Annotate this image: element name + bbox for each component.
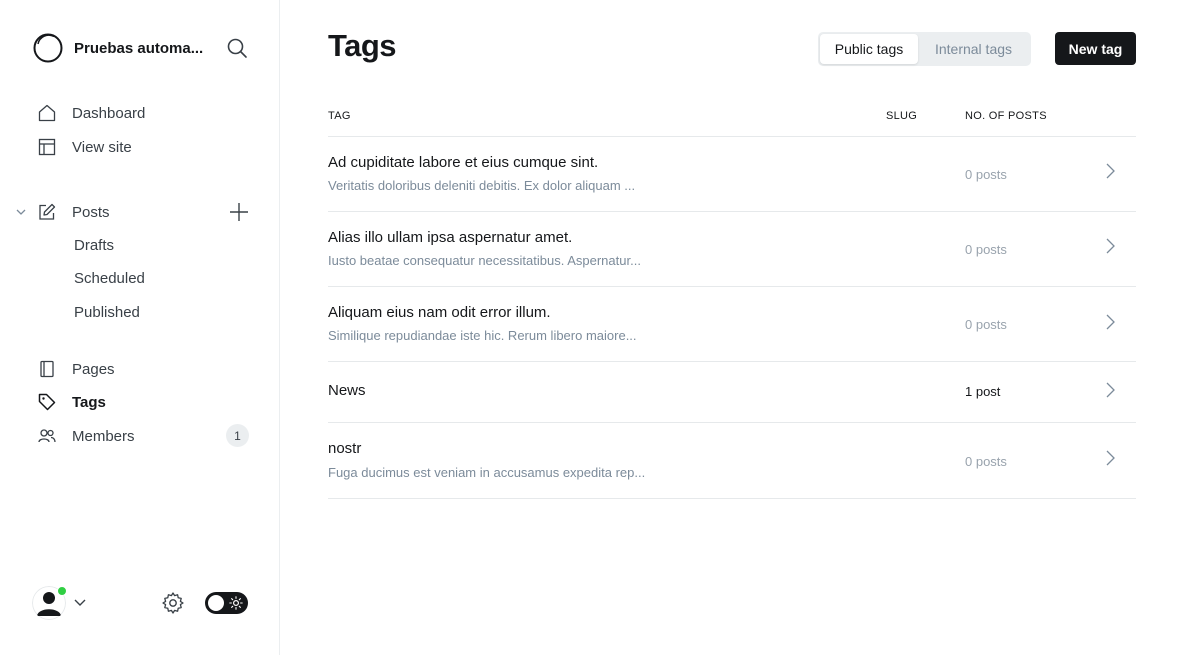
online-status-dot [57, 586, 67, 596]
sidebar-item-scheduled[interactable]: Scheduled [74, 270, 145, 287]
sidebar-item-dashboard[interactable]: Dashboard [38, 101, 145, 125]
chevron-down-icon[interactable] [14, 205, 28, 219]
tag-post-count: 1 post [965, 384, 1001, 399]
tag-name: News [328, 382, 366, 399]
tag-post-count: 0 posts [965, 167, 1007, 182]
site-name: Pruebas automa... [74, 39, 204, 57]
toggle-knob [208, 595, 224, 611]
page-title: Tags [328, 28, 397, 63]
chevron-right-icon [1106, 163, 1115, 179]
page-icon [40, 360, 54, 378]
tag-description: Veritatis doloribus deleniti debitis. Ex… [328, 178, 636, 193]
sidebar: Pruebas automa... Dashboard View site Po… [0, 0, 280, 655]
members-icon [38, 429, 56, 443]
chevron-right-icon [1106, 382, 1115, 398]
tag-name: Aliquam eius nam odit error illum. [328, 304, 551, 321]
table-row[interactable]: Aliquam eius nam odit error illum. Simil… [328, 287, 1136, 362]
sidebar-item-drafts[interactable]: Drafts [74, 237, 114, 254]
tag-name: nostr [328, 440, 362, 457]
sidebar-item-label: Tags [72, 393, 106, 411]
sidebar-item-label: Members [72, 427, 135, 445]
tag-post-count: 0 posts [965, 242, 1007, 257]
layout-icon [38, 138, 56, 156]
sidebar-item-label: Pages [72, 360, 115, 378]
tag-icon [38, 393, 56, 411]
sidebar-item-members[interactable]: Members [38, 424, 135, 448]
chevron-right-icon [1106, 450, 1115, 466]
theme-toggle[interactable] [205, 592, 248, 614]
new-tag-button[interactable]: New tag [1055, 32, 1136, 65]
chevron-right-icon [1106, 314, 1115, 330]
table-row[interactable]: News 1 post [328, 362, 1136, 423]
tag-name: Alias illo ullam ipsa aspernatur amet. [328, 229, 573, 246]
site-brand[interactable]: Pruebas automa... [32, 32, 252, 64]
brand-circle-icon [33, 33, 63, 63]
column-header-posts: NO. OF POSTS [965, 110, 1047, 122]
tag-post-count: 0 posts [965, 454, 1007, 469]
column-header-tag: TAG [328, 110, 351, 122]
table-row[interactable]: nostr Fuga ducimus est veniam in accusam… [328, 423, 1136, 499]
table-row[interactable]: Ad cupiditate labore et eius cumque sint… [328, 137, 1136, 212]
table-row[interactable]: Alias illo ullam ipsa aspernatur amet. I… [328, 212, 1136, 287]
tab-internal-tags[interactable]: Internal tags [918, 34, 1029, 64]
sun-icon [229, 596, 243, 610]
sidebar-item-label: View site [72, 138, 132, 156]
column-header-slug: SLUG [886, 110, 918, 122]
sidebar-item-label: Dashboard [72, 104, 146, 122]
sidebar-item-label: Posts [72, 203, 110, 221]
edit-icon [39, 203, 56, 220]
tag-description: Similique repudiandae iste hic. Rerum li… [328, 328, 637, 343]
tag-post-count: 0 posts [965, 317, 1007, 332]
search-icon[interactable] [226, 37, 248, 59]
tag-description: Iusto beatae consequatur necessitatibus.… [328, 253, 641, 268]
tag-type-tabs: Public tags Internal tags [818, 32, 1031, 66]
tag-name: Ad cupiditate labore et eius cumque sint… [328, 154, 599, 171]
tab-public-tags[interactable]: Public tags [820, 34, 918, 64]
sidebar-item-tags[interactable]: Tags [38, 390, 106, 414]
sidebar-item-published[interactable]: Published [74, 304, 140, 321]
gear-icon[interactable] [161, 591, 185, 615]
sidebar-item-posts[interactable]: Posts [38, 200, 110, 224]
chevron-right-icon [1106, 238, 1115, 254]
plus-icon[interactable] [228, 201, 250, 223]
sidebar-item-pages[interactable]: Pages [38, 357, 115, 381]
tag-description: Fuga ducimus est veniam in accusamus exp… [328, 465, 646, 480]
sidebar-item-view-site[interactable]: View site [38, 135, 132, 159]
home-icon [38, 104, 56, 122]
members-count-badge: 1 [226, 424, 249, 447]
chevron-down-icon[interactable] [73, 596, 87, 610]
